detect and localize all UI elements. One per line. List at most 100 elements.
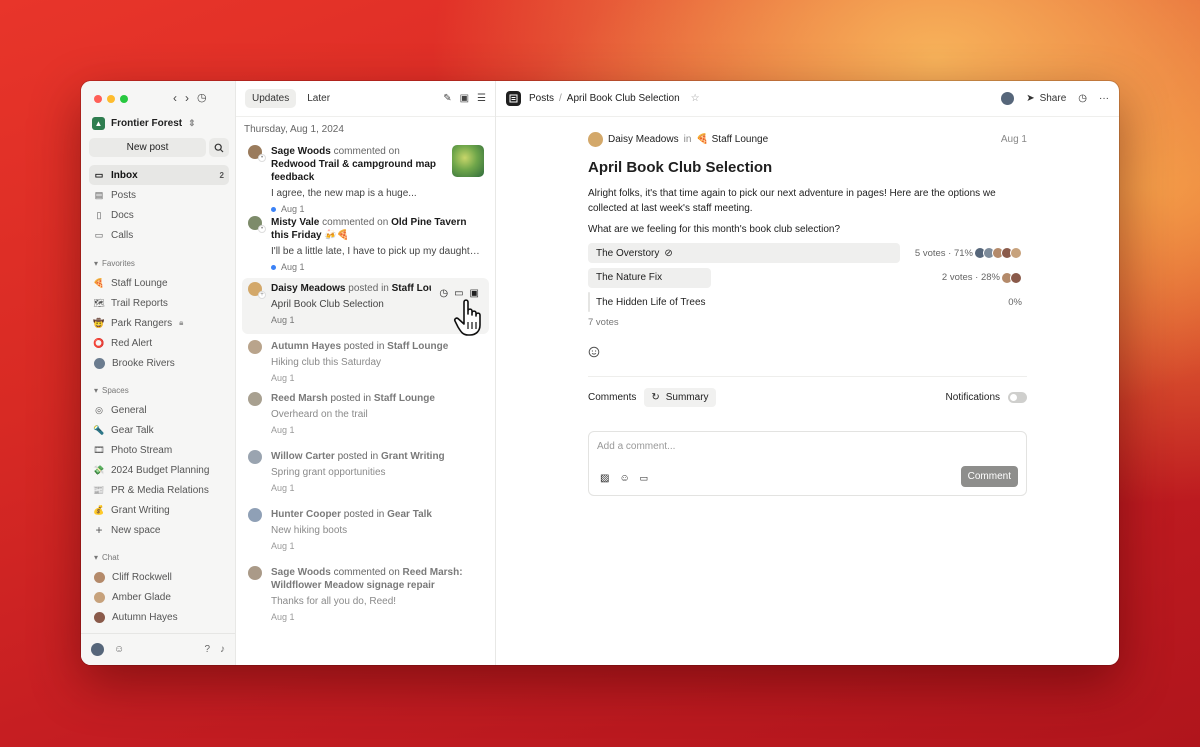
sidebar-item-docs[interactable]: ▯ Docs bbox=[89, 205, 229, 225]
sidebar-item-park-rangers[interactable]: 🤠 Park Rangers 🔒︎ bbox=[89, 313, 229, 333]
sidebar-item-posts[interactable]: ▤ Posts bbox=[89, 185, 229, 205]
sidebar-item-inbox[interactable]: ▭ Inbox 2 bbox=[89, 165, 229, 185]
item-date: Aug 1 bbox=[271, 373, 295, 383]
list-item[interactable]: • Misty Vale commented on Old Pine Taver… bbox=[236, 216, 495, 278]
gif-icon[interactable]: ▭ bbox=[640, 473, 649, 484]
chat-header[interactable]: ▾ Chat bbox=[89, 547, 229, 567]
sidebar-item-gear-talk[interactable]: 🔦 Gear Talk bbox=[89, 420, 229, 440]
unread-dot bbox=[271, 206, 276, 212]
list-item[interactable]: Autumn Hayes posted in Staff Lounge Hiki… bbox=[236, 334, 495, 392]
sidebar-item-budget-planning[interactable]: 💸 2024 Budget Planning bbox=[89, 460, 229, 480]
item-snippet: New hiking boots bbox=[271, 525, 348, 536]
back-arrow-icon[interactable]: ‹ bbox=[173, 91, 177, 105]
cowboy-emoji-icon: 🤠 bbox=[93, 317, 105, 328]
item-author: Sage Woods bbox=[271, 146, 331, 157]
notifications-label: Notifications bbox=[945, 391, 1000, 403]
tab-comments[interactable]: Comments bbox=[588, 392, 636, 403]
sidebar-item-general[interactable]: ◎ General bbox=[89, 400, 229, 420]
comment-submit-button[interactable]: Comment bbox=[960, 465, 1018, 487]
zoom-window-button[interactable] bbox=[120, 95, 128, 103]
tab-later[interactable]: Later bbox=[300, 89, 337, 108]
list-item-selected[interactable]: + Daisy Meadows posted in Staff Lounge A… bbox=[242, 278, 489, 334]
favorites-header[interactable]: ▾ Favorites bbox=[89, 253, 229, 273]
avatar bbox=[248, 340, 262, 354]
breadcrumb: Posts / April Book Club Selection ☆ bbox=[529, 93, 700, 104]
emoji-icon[interactable]: ☺ bbox=[619, 473, 629, 484]
filter-icon[interactable]: ☰ bbox=[477, 93, 486, 104]
user-avatar[interactable] bbox=[91, 643, 104, 656]
list-item[interactable]: Willow Carter posted in Grant Writing Sp… bbox=[236, 450, 495, 508]
sidebar-item-calls[interactable]: ▭ Calls bbox=[89, 225, 229, 245]
viewer-avatar[interactable] bbox=[1001, 92, 1015, 105]
check-circle-icon: ⊘ bbox=[664, 247, 673, 259]
add-reaction-icon[interactable] bbox=[588, 345, 602, 359]
star-icon[interactable]: ☆ bbox=[691, 93, 700, 104]
new-space-button[interactable]: + New space bbox=[89, 520, 229, 540]
snooze-icon[interactable]: ◷ bbox=[439, 288, 448, 299]
post-header-bar: Posts / April Book Club Selection ☆ ➤ Sh… bbox=[496, 81, 1119, 117]
poll-stats: 0% bbox=[1008, 296, 1022, 308]
sidebar-item-label: New space bbox=[111, 524, 161, 536]
image-upload-icon[interactable]: ▨ bbox=[600, 473, 609, 484]
list-item[interactable]: Sage Woods commented on Reed Marsh: Wild… bbox=[236, 566, 495, 636]
forward-arrow-icon[interactable]: › bbox=[185, 91, 189, 105]
notifications-bell-icon[interactable]: ♪ bbox=[220, 644, 225, 655]
close-window-button[interactable] bbox=[94, 95, 102, 103]
item-date: Aug 1 bbox=[271, 612, 295, 622]
list-item[interactable]: Reed Marsh posted in Staff Lounge Overhe… bbox=[236, 392, 495, 450]
status-icon[interactable]: ☺ bbox=[114, 644, 124, 655]
archive-icon[interactable]: ▣ bbox=[460, 93, 469, 104]
poll-option[interactable]: The Nature Fix 2 votes · 28% bbox=[588, 267, 1027, 288]
newspaper-emoji-icon: 📰 bbox=[93, 484, 105, 495]
date-header: Thursday, Aug 1, 2024 bbox=[244, 123, 344, 135]
sidebar-item-amber-glade[interactable]: Amber Glade bbox=[89, 587, 229, 607]
poll-stats: 5 votes · 71% bbox=[914, 247, 973, 259]
list-item[interactable]: • Sage Woods commented on Redwood Trail … bbox=[236, 145, 495, 216]
poll-option[interactable]: The Overstory ⊘ 5 votes · 71% bbox=[588, 243, 1027, 263]
spaces-header[interactable]: ▾ Spaces bbox=[89, 380, 229, 400]
sidebar-item-red-alert[interactable]: ⭕ Red Alert bbox=[89, 333, 229, 353]
comment-input[interactable] bbox=[597, 440, 997, 452]
avatar bbox=[94, 571, 105, 583]
avatar bbox=[94, 591, 105, 603]
item-date: Aug 1 bbox=[281, 262, 305, 272]
sidebar-item-cliff-rockwell[interactable]: Cliff Rockwell bbox=[89, 567, 229, 587]
post-author[interactable]: Daisy Meadows bbox=[608, 134, 679, 145]
notifications-toggle[interactable] bbox=[1008, 391, 1027, 403]
workspace-switcher[interactable]: ▲ Frontier Forest ⇕ bbox=[92, 117, 196, 130]
new-post-button[interactable]: New post bbox=[89, 138, 206, 157]
sidebar-item-grant-writing[interactable]: 💰 Grant Writing bbox=[89, 500, 229, 520]
history-nav: ‹ › ◷ bbox=[173, 91, 207, 105]
docs-icon: ▯ bbox=[96, 209, 102, 220]
list-item[interactable]: Hunter Cooper posted in Gear Talk New hi… bbox=[236, 508, 495, 566]
sidebar-item-autumn-hayes[interactable]: Autumn Hayes bbox=[89, 607, 229, 627]
summary-button[interactable]: ↻ Summary bbox=[644, 387, 716, 407]
sidebar-item-staff-lounge[interactable]: 🍕 Staff Lounge bbox=[89, 273, 229, 293]
reminder-icon[interactable]: ◷ bbox=[1078, 93, 1087, 104]
more-icon[interactable]: ··· bbox=[1099, 93, 1109, 104]
sidebar-item-label: Red Alert bbox=[111, 337, 153, 349]
breadcrumb-posts[interactable]: Posts bbox=[529, 93, 554, 104]
history-clock-icon[interactable]: ◷ bbox=[197, 91, 207, 105]
help-icon[interactable]: ? bbox=[204, 644, 210, 655]
sidebar-item-brooke-rivers[interactable]: Brooke Rivers bbox=[89, 353, 229, 373]
total-votes: 7 votes bbox=[588, 316, 619, 328]
share-button[interactable]: ➤ Share bbox=[1026, 93, 1066, 104]
sidebar-item-photo-stream[interactable]: 🎞 Photo Stream bbox=[89, 440, 229, 460]
search-button[interactable] bbox=[209, 138, 229, 157]
poll-option[interactable]: The Hidden Life of Trees 0% bbox=[588, 292, 1027, 312]
sidebar-item-label: PR & Media Relations bbox=[111, 484, 209, 496]
poll-stats: 2 votes · 28% bbox=[941, 272, 1000, 283]
minimize-window-button[interactable] bbox=[107, 95, 115, 103]
sidebar-item-label: Posts bbox=[111, 189, 137, 201]
sidebar: ‹ › ◷ ▲ Frontier Forest ⇕ New post ▭ Inb… bbox=[81, 81, 236, 665]
money-emoji-icon: 💸 bbox=[93, 464, 105, 475]
comment-badge-icon: • bbox=[258, 154, 266, 162]
post-channel[interactable]: 🍕 Staff Lounge bbox=[696, 134, 768, 145]
compose-icon[interactable]: ✎ bbox=[443, 93, 451, 104]
poll-option-label: The Nature Fix bbox=[596, 272, 663, 283]
pizza-emoji-icon: 🍕 bbox=[93, 277, 105, 288]
tab-updates[interactable]: Updates bbox=[245, 89, 297, 108]
sidebar-item-pr-media[interactable]: 📰 PR & Media Relations bbox=[89, 480, 229, 500]
sidebar-item-trail-reports[interactable]: 🗺 Trail Reports bbox=[89, 293, 229, 313]
